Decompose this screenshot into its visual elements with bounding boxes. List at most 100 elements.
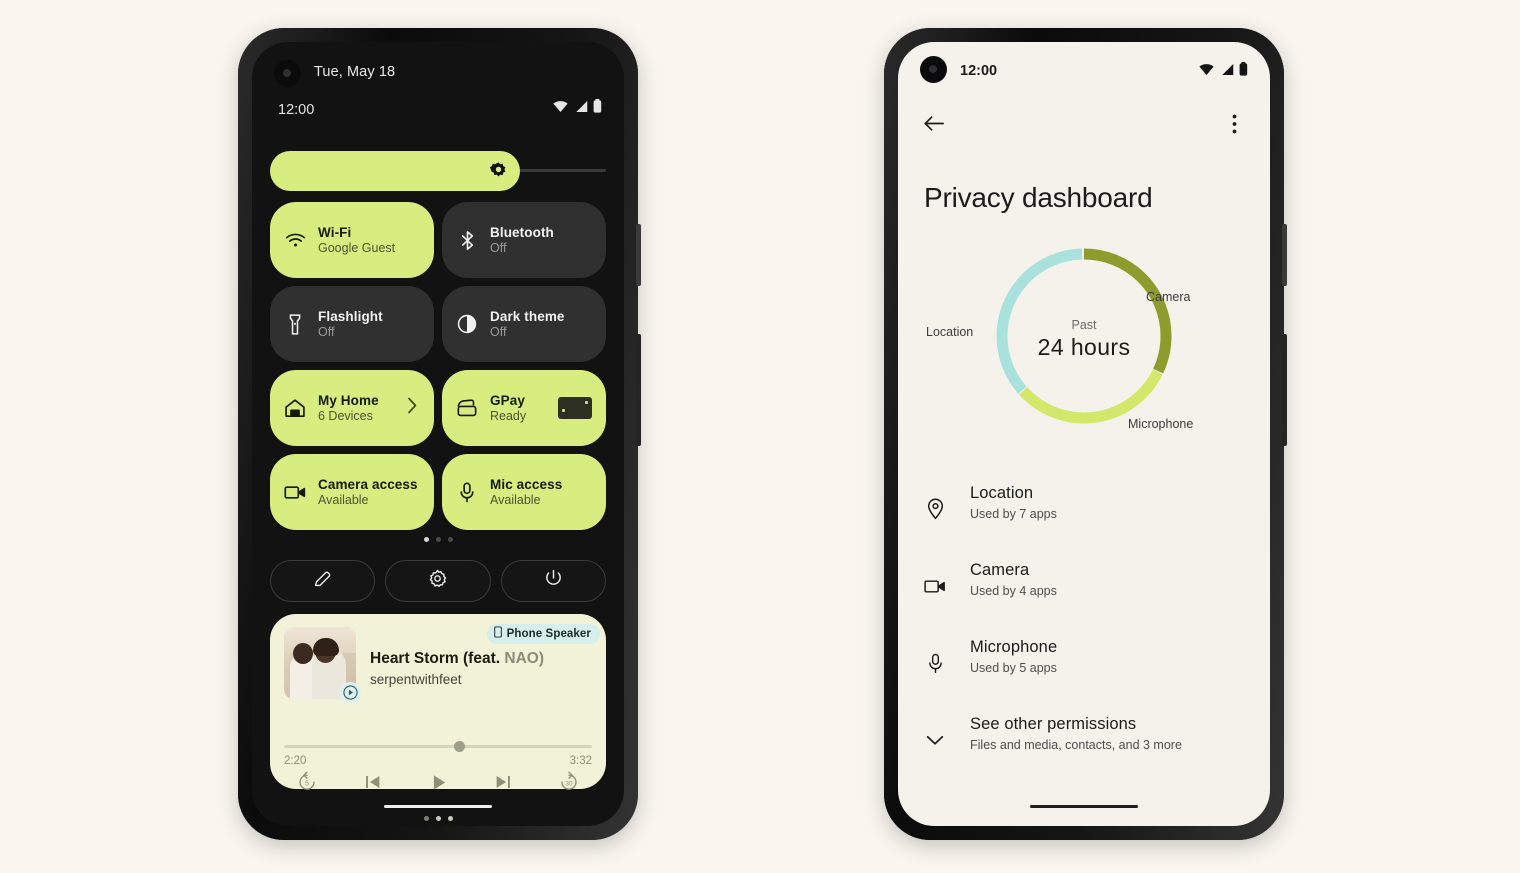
dark-theme-icon xyxy=(456,313,478,335)
battery-icon xyxy=(593,99,602,113)
permission-row-microphone[interactable]: Microphone Used by 5 apps xyxy=(898,624,1270,701)
microphone-icon xyxy=(924,652,946,674)
phone-icon xyxy=(493,625,502,643)
play-circle-icon[interactable] xyxy=(340,682,361,703)
donut-label-camera: Camera xyxy=(1146,290,1191,304)
seek-thumb[interactable] xyxy=(454,741,465,752)
permission-sublabel: Used by 7 apps xyxy=(970,507,1057,521)
donut-range-label: 24 hours xyxy=(994,334,1174,361)
tile-gpay[interactable]: GPay Ready xyxy=(442,370,606,446)
status-time: 12:00 xyxy=(278,102,315,118)
back-button[interactable] xyxy=(918,110,950,142)
donut-past-label: Past xyxy=(1071,318,1097,332)
tile-label: Flashlight xyxy=(318,309,383,324)
overflow-menu-button[interactable] xyxy=(1218,110,1250,142)
tile-bluetooth[interactable]: Bluetooth Off xyxy=(442,202,606,278)
brightness-slider[interactable] xyxy=(270,151,606,191)
location-pin-icon xyxy=(924,498,946,520)
svg-text:5: 5 xyxy=(305,780,309,787)
quick-settings-footer-actions xyxy=(270,560,606,602)
edit-tiles-button[interactable] xyxy=(270,560,376,602)
pager-dot[interactable] xyxy=(435,537,441,542)
output-device-label: Phone Speaker xyxy=(506,628,591,640)
settings-button[interactable] xyxy=(385,560,491,602)
wifi-icon xyxy=(284,229,306,251)
output-device-chip[interactable]: Phone Speaker xyxy=(486,624,600,644)
track-title-feature: NAO) xyxy=(504,650,544,667)
permission-title: Location xyxy=(970,484,1034,502)
privacy-usage-donut-chart: Camera Microphone Location Past 24 hours xyxy=(898,238,1270,438)
permission-row-camera[interactable]: Camera Used by 4 apps xyxy=(898,547,1270,624)
pager-dot[interactable] xyxy=(447,816,453,821)
status-date: Tue, May 18 xyxy=(314,64,396,80)
pager-dot[interactable] xyxy=(423,537,429,542)
tile-mic-access[interactable]: Mic access Available xyxy=(442,454,606,530)
home-icon xyxy=(284,397,306,419)
donut-center-label: Past 24 hours xyxy=(994,318,1174,361)
power-icon xyxy=(544,569,563,593)
tile-sublabel: Off xyxy=(318,325,335,339)
front-camera-punch-hole xyxy=(920,56,947,83)
pager-dot[interactable] xyxy=(447,537,453,542)
front-camera-punch-hole xyxy=(274,60,301,87)
quick-settings-pager[interactable] xyxy=(252,537,624,542)
wifi-icon xyxy=(553,100,568,113)
right-phone-screen: 12:00 Privacy dashboard Camera Microphon… xyxy=(898,42,1270,826)
tile-dark-theme[interactable]: Dark theme Off xyxy=(442,286,606,362)
power-button[interactable] xyxy=(500,560,606,602)
credit-card-icon xyxy=(558,397,592,419)
battery-icon xyxy=(1239,62,1248,76)
volume-side-button[interactable] xyxy=(636,334,641,446)
gear-icon xyxy=(428,569,447,593)
play-button[interactable] xyxy=(428,772,449,798)
pager-dot[interactable] xyxy=(435,816,441,821)
tile-sublabel: Off xyxy=(490,241,507,255)
skip-next-button[interactable] xyxy=(493,772,513,797)
tile-camera-access[interactable]: Camera access Available xyxy=(270,454,434,530)
permission-sublabel: Used by 5 apps xyxy=(970,661,1057,675)
track-title: Heart Storm (feat. NAO) xyxy=(370,650,544,668)
forward-30-button[interactable]: 30 xyxy=(558,771,580,798)
track-artist: serpentwithfeet xyxy=(370,672,462,687)
power-side-button[interactable] xyxy=(1282,224,1287,286)
navigation-handle[interactable] xyxy=(384,805,492,808)
replay-5-button[interactable]: 5 xyxy=(296,771,318,798)
pager-dot[interactable] xyxy=(423,816,429,821)
page-title: Privacy dashboard xyxy=(924,182,1153,213)
tile-sublabel: Available xyxy=(490,493,541,507)
screenshot-canvas: Tue, May 18 12:00 Wi-Fi Google Guest Blu… xyxy=(0,0,1520,873)
flashlight-icon xyxy=(284,313,306,335)
wallet-icon xyxy=(456,397,478,419)
volume-side-button[interactable] xyxy=(1282,334,1287,446)
permission-row-location[interactable]: Location Used by 7 apps xyxy=(898,470,1270,547)
media-pager[interactable] xyxy=(270,816,606,821)
navigation-handle[interactable] xyxy=(1030,805,1138,808)
skip-previous-button[interactable] xyxy=(363,772,383,797)
tile-label: Dark theme xyxy=(490,309,565,324)
wifi-icon xyxy=(1199,63,1214,76)
power-side-button[interactable] xyxy=(636,224,641,286)
app-bar xyxy=(898,104,1270,148)
chevron-right-icon[interactable] xyxy=(407,397,418,420)
donut-label-microphone: Microphone xyxy=(1128,417,1194,431)
seek-bar[interactable] xyxy=(284,741,592,752)
tile-flashlight[interactable]: Flashlight Off xyxy=(270,286,434,362)
media-controls: 5 30 xyxy=(284,771,592,798)
phone-device-left: Tue, May 18 12:00 Wi-Fi Google Guest Blu… xyxy=(238,28,641,840)
status-icons xyxy=(553,99,602,113)
camera-icon xyxy=(284,481,306,503)
bluetooth-icon xyxy=(456,229,478,251)
see-other-permissions-row[interactable]: See other permissions Files and media, c… xyxy=(898,701,1270,778)
tile-label: My Home xyxy=(318,393,379,408)
permission-title: See other permissions xyxy=(970,715,1137,733)
camera-icon xyxy=(924,575,946,597)
tile-wifi[interactable]: Wi-Fi Google Guest xyxy=(270,202,434,278)
tile-my-home[interactable]: My Home 6 Devices xyxy=(270,370,434,446)
tile-sublabel: 6 Devices xyxy=(318,409,373,423)
total-duration: 3:32 xyxy=(569,755,592,767)
permission-title: Camera xyxy=(970,561,1030,579)
permission-title: Microphone xyxy=(970,638,1058,656)
media-player[interactable]: Phone Speaker Heart Storm (feat. NAO) se… xyxy=(270,614,606,821)
pencil-icon xyxy=(313,569,332,593)
quick-settings-tiles: Wi-Fi Google Guest Bluetooth Off Flashli… xyxy=(270,202,606,530)
